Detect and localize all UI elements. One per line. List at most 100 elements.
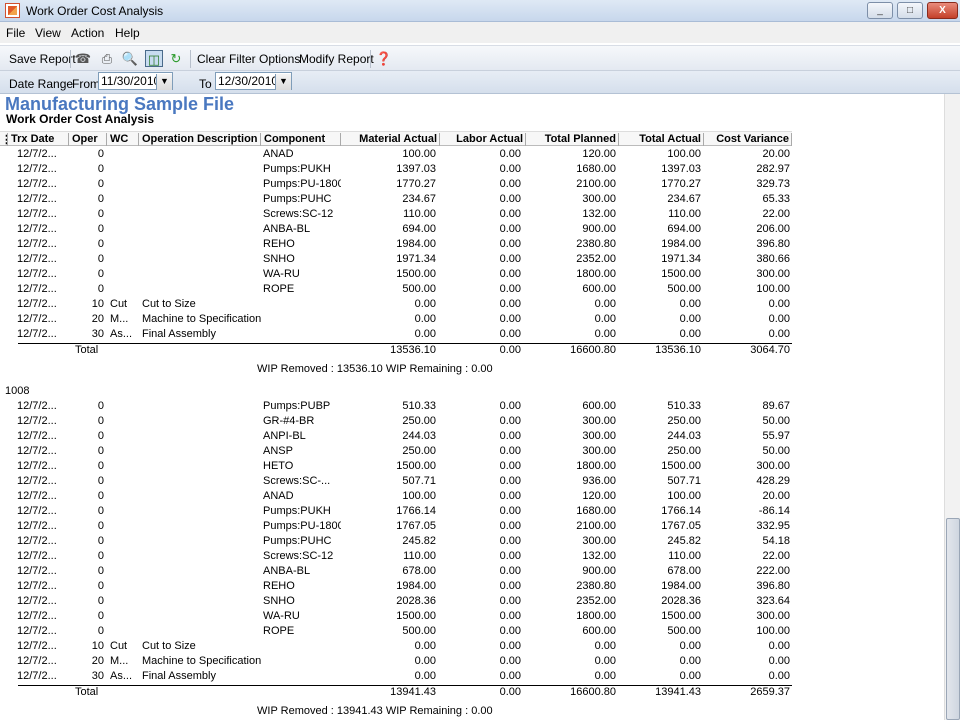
cell-component: ANAD (263, 490, 294, 502)
chevron-down-icon[interactable]: ▼ (156, 74, 172, 90)
cell-oper: 0 (97, 253, 104, 265)
cell-material-actual: 510.33 (402, 400, 436, 412)
cell-component: ANPI-BL (263, 430, 306, 442)
table-row: 12/7/2... 0 Pumps:PUKH 1397.03 0.00 1680.00 13… (0, 162, 792, 177)
cell-labor-actual: 0.00 (499, 253, 521, 265)
minimize-button[interactable]: _ (867, 2, 893, 19)
cell-trx-date: 12/7/2... (17, 253, 57, 265)
cell-material-actual: 678.00 (402, 565, 436, 577)
column-header-component[interactable]: Component (260, 133, 340, 146)
clear-button[interactable]: Clear (197, 52, 226, 66)
chevron-down-icon[interactable]: ▼ (275, 74, 291, 90)
cell-cost-variance: 0.00 (768, 328, 790, 340)
table-row: 12/7/2... 0 ANPI-BL 244.03 0.00 300.00 244.03 5… (0, 429, 792, 444)
column-header-operation-description[interactable]: Operation Description (138, 133, 260, 146)
table-row: 12/7/2... 0 WA-RU 1500.00 0.00 1800.00 1500.00… (0, 267, 792, 282)
cell-cost-variance: 206.00 (756, 223, 790, 235)
date-range-bar: Date Range From 11/30/2010 ▼ To 12/30/20… (0, 71, 960, 94)
from-date-field[interactable]: 11/30/2010 ▼ (98, 72, 173, 90)
save-report-button[interactable]: Save Report (9, 52, 76, 66)
cell-oper: 30 (91, 670, 104, 682)
cell-component: ROPE (263, 283, 295, 295)
cell-trx-date: 12/7/2... (17, 490, 57, 502)
filter-options-button[interactable]: Filter Options (229, 52, 300, 66)
cell-oper: 0 (97, 208, 104, 220)
column-header-cost-variance[interactable]: Cost Variance (703, 133, 792, 146)
scrollbar-thumb[interactable] (946, 518, 960, 720)
cell-oper: 0 (97, 505, 104, 517)
cell-labor-actual: 0.00 (499, 565, 521, 577)
cell-operation-description: Final Assembly (142, 328, 216, 340)
cell-component: SNHO (263, 595, 295, 607)
cell-labor-actual: 0.00 (499, 610, 521, 622)
fax-icon[interactable]: ☎ (74, 50, 92, 67)
table-row: 12/7/2... 10 Cut Cut to Size 0.00 0.00 0.00 0.0… (0, 639, 792, 654)
cell-material-actual: 1766.14 (396, 505, 436, 517)
cell-total-actual: 1500.00 (661, 610, 701, 622)
cell-component: WA-RU (263, 268, 300, 280)
menu-view[interactable]: View (35, 26, 61, 40)
cell-cost-variance: 396.80 (756, 238, 790, 250)
column-header-wc[interactable]: WC (106, 133, 138, 146)
cell-trx-date: 12/7/2... (17, 283, 57, 295)
column-header-labor-actual[interactable]: Labor Actual (439, 133, 525, 146)
table-row: 12/7/2... 0 ANAD 100.00 0.00 120.00 100.00 20.0… (0, 147, 792, 162)
column-header-oper[interactable]: Oper (68, 133, 106, 146)
cell-material-actual: 1397.03 (396, 163, 436, 175)
cell-labor-actual: 0.00 (499, 328, 521, 340)
cell-total-actual: 1500.00 (661, 460, 701, 472)
cell-material-actual: 234.67 (402, 193, 436, 205)
cell-cost-variance: 50.00 (762, 445, 790, 457)
cell-total-planned: 1800.00 (576, 610, 616, 622)
cell-material-actual: 1767.05 (396, 520, 436, 532)
cell-wc: Cut (110, 640, 128, 652)
print-icon[interactable]: ⎙ (98, 50, 116, 67)
cell-oper: 0 (97, 415, 104, 427)
cell-cost-variance: 54.18 (762, 535, 790, 547)
toolbar: Save Report ☎ ⎙ 🔍 ◫ ↻ Clear Filter Optio… (0, 45, 960, 71)
cell-trx-date: 12/7/2... (17, 475, 57, 487)
cell-total-actual: 0.00 (679, 670, 701, 682)
menu-file[interactable]: File (6, 26, 25, 40)
cell-labor-actual: 0.00 (499, 313, 521, 325)
menu-action[interactable]: Action (71, 26, 104, 40)
export-icon[interactable]: ◫ (145, 50, 163, 67)
cell-total-planned: 300.00 (582, 445, 616, 457)
maximize-button[interactable]: □ (897, 2, 923, 19)
cell-oper: 0 (97, 535, 104, 547)
column-header-total-actual[interactable]: Total Actual (618, 133, 703, 146)
cell-oper: 0 (97, 223, 104, 235)
cell-total-planned: 600.00 (582, 283, 616, 295)
cell-total-actual: 0.00 (679, 298, 701, 310)
cell-total-actual: 500.00 (667, 625, 701, 637)
column-header-trx-date[interactable]: Trx Date (7, 133, 68, 146)
cell-cost-variance: 0.00 (768, 640, 790, 652)
cell-material-actual: 100.00 (402, 490, 436, 502)
cell-total-actual: 694.00 (667, 223, 701, 235)
column-header-material-actual[interactable]: Material Actual (340, 133, 439, 146)
refresh-icon[interactable]: ↻ (167, 50, 185, 67)
cell-labor-actual: 0.00 (499, 415, 521, 427)
preview-icon[interactable]: 🔍 (121, 50, 139, 67)
cell-total-planned: 0.00 (594, 328, 616, 340)
cell-cost-variance: 3064.70 (750, 344, 790, 356)
modify-report-button[interactable]: Modify Report (299, 52, 374, 66)
to-date-field[interactable]: 12/30/2010 ▼ (215, 72, 292, 90)
cell-material-actual: 13536.10 (390, 344, 436, 356)
cell-trx-date: 12/7/2... (17, 550, 57, 562)
cell-labor-actual: 0.00 (499, 505, 521, 517)
close-button[interactable]: X (927, 2, 958, 19)
cell-trx-date: 12/7/2... (17, 640, 57, 652)
menu-help[interactable]: Help (115, 26, 140, 40)
wip-summary-text: WIP Removed : 13536.10 WIP Remaining : 0… (257, 363, 493, 375)
cell-cost-variance: 2659.37 (750, 686, 790, 698)
column-header-total-planned[interactable]: Total Planned (525, 133, 618, 146)
cell-component: Pumps:PUHC (263, 535, 332, 547)
help-icon[interactable]: ❓ (375, 50, 393, 67)
cell-total-actual: 250.00 (667, 445, 701, 457)
from-date-value: 11/30/2010 (101, 74, 161, 88)
cell-trx-date: 12/7/2... (17, 520, 57, 532)
cell-oper: 0 (97, 193, 104, 205)
vertical-scrollbar[interactable] (944, 94, 960, 720)
cell-trx-date: 12/7/2... (17, 328, 57, 340)
